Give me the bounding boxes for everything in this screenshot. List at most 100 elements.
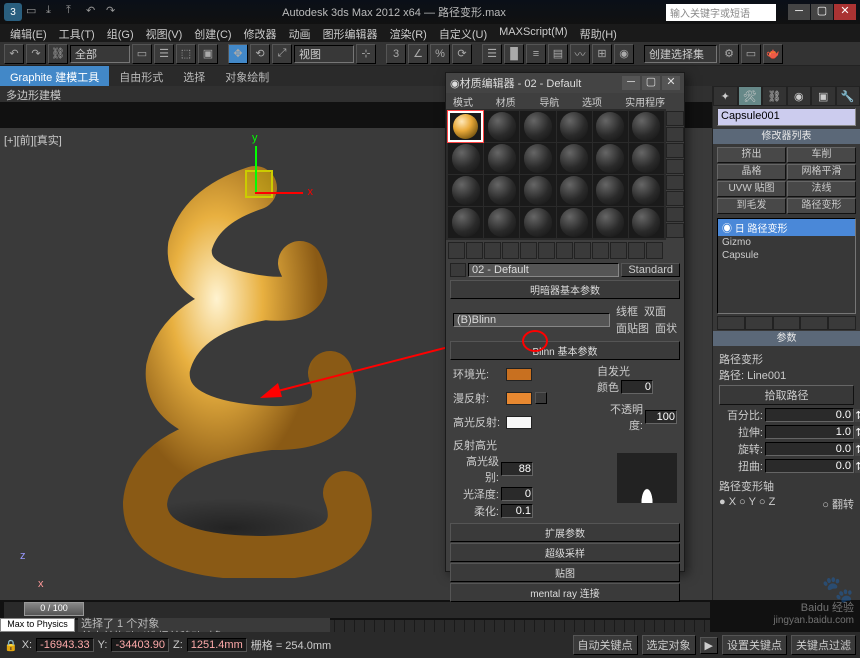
motion-tab-icon[interactable]: ◉: [787, 86, 812, 106]
ribbon-selection[interactable]: 选择: [173, 66, 215, 86]
mod-btn-normal[interactable]: 法线: [787, 181, 856, 197]
time-knob[interactable]: 0 / 100: [24, 602, 84, 616]
show-end-icon[interactable]: [610, 242, 627, 259]
angle-snap-icon[interactable]: ∠: [408, 44, 428, 64]
open-icon[interactable]: ⤓: [46, 4, 62, 20]
hierarchy-tab-icon[interactable]: ⛓: [762, 86, 787, 106]
sample-slot[interactable]: [520, 175, 555, 206]
schematic-icon[interactable]: ⊞: [592, 44, 612, 64]
mat-menu-mode[interactable]: 模式(D): [448, 93, 491, 109]
maximize-button[interactable]: ▢: [811, 4, 833, 20]
mat-min-button[interactable]: ─: [622, 76, 640, 90]
new-icon[interactable]: ▭: [26, 4, 42, 20]
maps-rollout[interactable]: 贴图: [450, 563, 680, 582]
time-slider[interactable]: 0 / 100: [4, 602, 710, 618]
sample-slot[interactable]: [448, 207, 483, 238]
sample-slot[interactable]: [484, 111, 519, 142]
modifier-list-dropdown[interactable]: 修改器列表: [713, 129, 860, 144]
show-end-result-icon[interactable]: [745, 316, 773, 330]
ambient-swatch[interactable]: [506, 368, 532, 381]
sample-slot[interactable]: [629, 143, 664, 174]
diffuse-swatch[interactable]: [506, 392, 532, 405]
sample-slot[interactable]: [520, 143, 555, 174]
viewport-label[interactable]: [+][前][真实]: [4, 132, 62, 148]
spec-level-spinner[interactable]: 88: [501, 462, 533, 476]
rotate-button[interactable]: ⟲: [250, 44, 270, 64]
material-editor-window[interactable]: ◉ 材质编辑器 - 02 - Default ─ ▢ ✕ 模式(D) 材质(M)…: [445, 72, 685, 572]
sample-slot[interactable]: [484, 143, 519, 174]
remove-mod-icon[interactable]: [800, 316, 828, 330]
soften-spinner[interactable]: 0.1: [501, 504, 533, 518]
mod-btn-uvw[interactable]: UVW 贴图: [717, 181, 786, 197]
modify-tab-icon[interactable]: 🛠: [738, 86, 763, 106]
rotation-spinner[interactable]: 0.0: [765, 442, 854, 456]
menu-modifiers[interactable]: 修改器: [238, 24, 283, 42]
menu-tools[interactable]: 工具(T): [53, 24, 101, 42]
filter-dropdown[interactable]: 全部: [70, 45, 130, 63]
keyfilter-button[interactable]: 关键点过滤: [791, 635, 856, 655]
select-name-button[interactable]: ☰: [154, 44, 174, 64]
select-button[interactable]: ▭: [132, 44, 152, 64]
play-button[interactable]: ▶: [700, 637, 718, 654]
assign-to-selection-icon[interactable]: [484, 242, 501, 259]
menu-graph[interactable]: 图形编辑器: [317, 24, 384, 42]
menu-maxscript[interactable]: MAXScript(M): [493, 24, 573, 42]
sample-slot[interactable]: [448, 175, 483, 206]
undo-button[interactable]: ↶: [4, 44, 24, 64]
specular-swatch[interactable]: [506, 416, 532, 429]
sample-slot[interactable]: [593, 207, 628, 238]
material-editor-button[interactable]: ◉: [614, 44, 634, 64]
ribbon-graphite[interactable]: Graphite 建模工具: [0, 66, 109, 86]
rect-select-icon[interactable]: ⬚: [176, 44, 196, 64]
menu-customize[interactable]: 自定义(U): [433, 24, 493, 42]
twist-spinner[interactable]: 0.0: [765, 459, 854, 473]
coord-x[interactable]: -16943.33: [36, 638, 94, 652]
stack-pathdeform[interactable]: ◉ 日 路径变形: [718, 219, 855, 236]
stack-gizmo[interactable]: Gizmo: [718, 236, 855, 249]
gloss-spinner[interactable]: 0: [501, 487, 533, 501]
sample-slot[interactable]: [520, 207, 555, 238]
snap-icon[interactable]: 3: [386, 44, 406, 64]
faceted-checkbox[interactable]: 面状: [655, 320, 677, 336]
background-icon[interactable]: [666, 143, 684, 158]
sample-slot[interactable]: [593, 111, 628, 142]
mat-menu-nav[interactable]: 导航(N): [534, 93, 577, 109]
material-name-field[interactable]: 02 - Default: [468, 263, 619, 277]
named-set-icon[interactable]: ☰: [482, 44, 502, 64]
help-search[interactable]: 输入关键字或短语: [666, 4, 776, 21]
mentalray-rollout[interactable]: mental ray 连接: [450, 583, 680, 602]
video-check-icon[interactable]: [666, 175, 684, 190]
show-map-icon[interactable]: [592, 242, 609, 259]
scale-button[interactable]: ⤢: [272, 44, 292, 64]
sample-slot[interactable]: [557, 143, 592, 174]
save-icon[interactable]: ⤒: [66, 4, 82, 20]
menu-create[interactable]: 创建(C): [188, 24, 237, 42]
flip-checkbox[interactable]: 翻转: [822, 496, 854, 512]
extended-rollout[interactable]: 扩展参数: [450, 523, 680, 542]
sample-slot[interactable]: [520, 111, 555, 142]
go-sibling-icon[interactable]: [646, 242, 663, 259]
mod-btn-hair[interactable]: 到毛发: [717, 198, 786, 214]
put-to-scene-icon[interactable]: [466, 242, 483, 259]
render-preset-dropdown[interactable]: 创建选择集: [644, 45, 717, 63]
backlight-icon[interactable]: [666, 127, 684, 142]
menu-edit[interactable]: 编辑(E): [4, 24, 53, 42]
mat-menu-material[interactable]: 材质(M): [491, 93, 535, 109]
curve-editor-icon[interactable]: 〰: [570, 44, 590, 64]
diffuse-map-button[interactable]: [535, 392, 547, 404]
mat-menu-options[interactable]: 选项(O): [577, 93, 620, 109]
mod-btn-lattice[interactable]: 晶格: [717, 164, 786, 180]
make-copy-icon[interactable]: [520, 242, 537, 259]
axis-x-radio[interactable]: X: [719, 496, 736, 512]
y-axis-icon[interactable]: [255, 146, 257, 194]
maxscript-listener[interactable]: Max to Physics: [0, 618, 75, 632]
sample-slot[interactable]: [557, 111, 592, 142]
sample-slot[interactable]: [593, 143, 628, 174]
params-rollout[interactable]: 参数: [713, 331, 860, 346]
object-name-field[interactable]: Capsule001: [717, 108, 856, 126]
selfillum-color-checkbox[interactable]: 颜色: [597, 379, 619, 395]
sample-slot[interactable]: [593, 175, 628, 206]
opacity-spinner[interactable]: 100: [645, 410, 677, 424]
sample-type-icon[interactable]: [666, 111, 684, 126]
material-type-button[interactable]: Standard: [621, 263, 680, 277]
